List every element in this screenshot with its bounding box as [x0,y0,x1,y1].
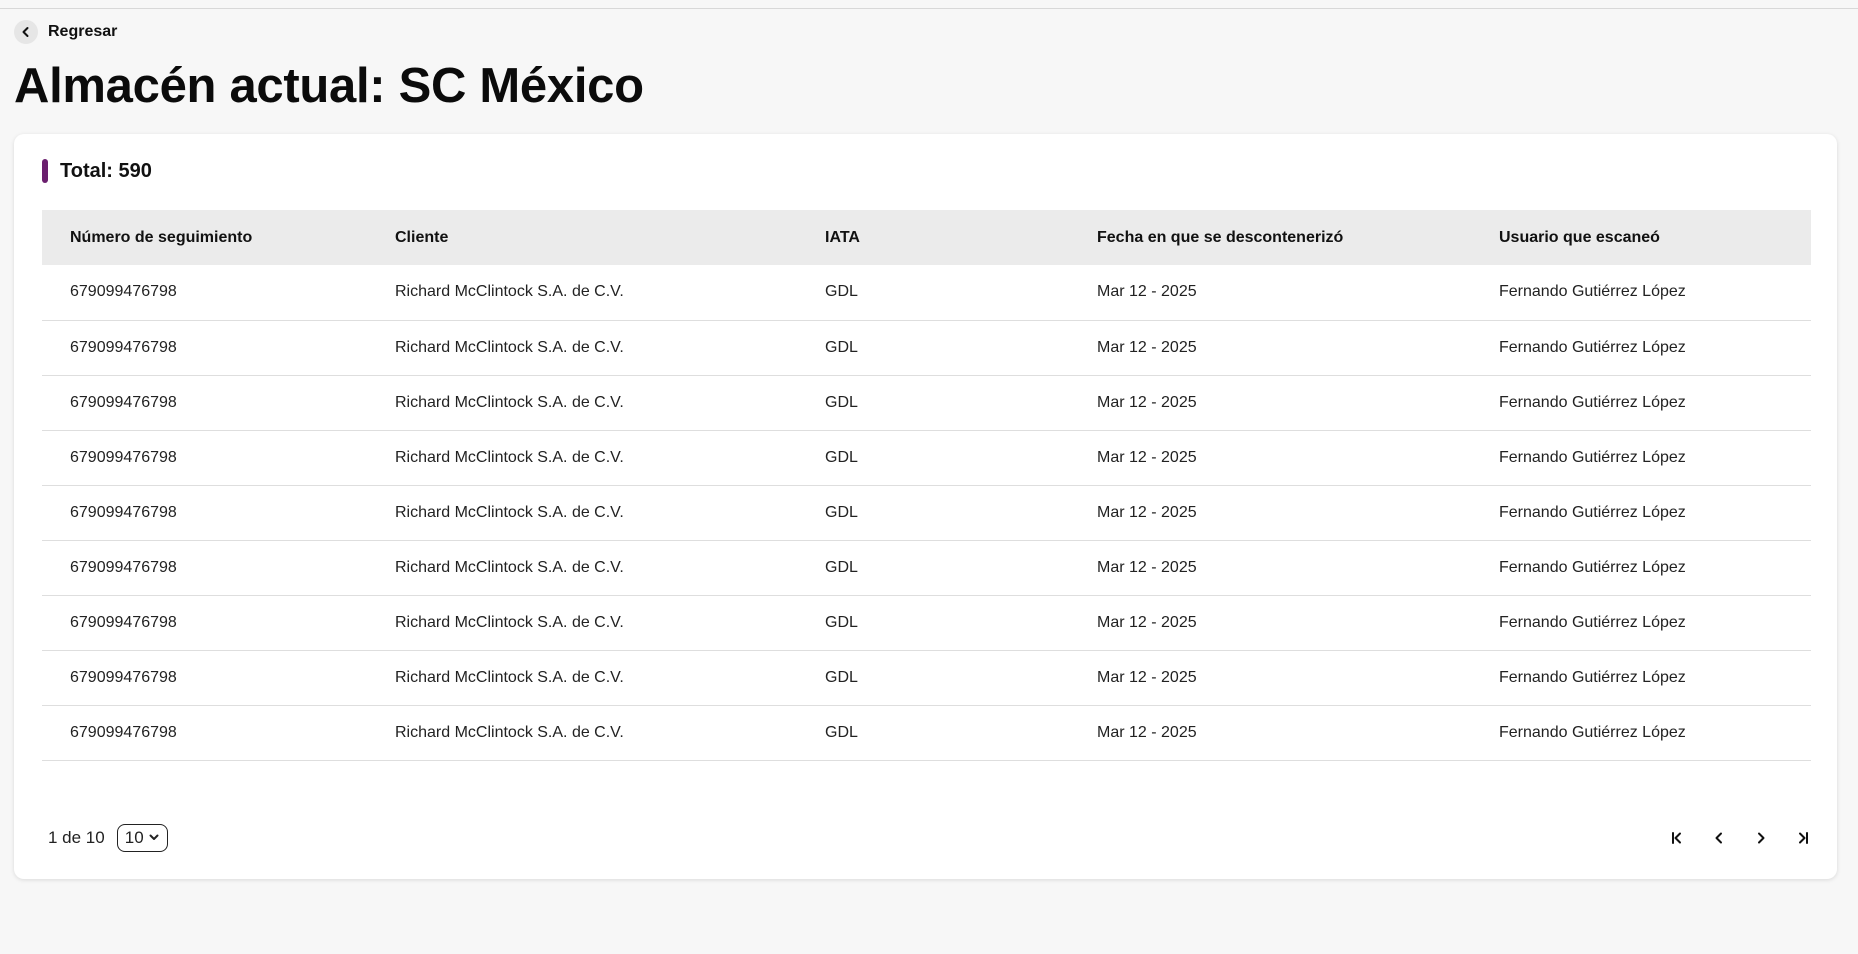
cell-client: Richard McClintock S.A. de C.V. [395,503,624,521]
cell-tracking-number: 679099476798 [70,448,177,466]
cell-tracking-number: 679099476798 [70,283,177,301]
pagination-controls [1665,826,1815,850]
cell-scanned-by: Fernando Gutiérrez López [1499,338,1686,356]
cell-iata: GDL [825,668,858,686]
table-row[interactable]: 679099476798 Richard McClintock S.A. de C… [42,485,1811,540]
prev-page-icon[interactable] [1707,826,1731,850]
next-page-icon[interactable] [1749,826,1773,850]
accent-bar [42,159,48,183]
cell-client: Richard McClintock S.A. de C.V. [395,668,624,686]
cell-tracking-number: 679099476798 [70,503,177,521]
cell-scanned-by: Fernando Gutiérrez López [1499,723,1686,741]
cell-client: Richard McClintock S.A. de C.V. [395,613,624,631]
top-divider [0,0,1858,9]
cell-client: Richard McClintock S.A. de C.V. [395,723,624,741]
cell-scanned-by: Fernando Gutiérrez López [1499,503,1686,521]
table-row[interactable]: 679099476798 Richard McClintock S.A. de C… [42,265,1811,320]
cell-unload-date: Mar 12 - 2025 [1097,338,1197,356]
cell-unload-date: Mar 12 - 2025 [1097,668,1197,686]
cell-scanned-by: Fernando Gutiérrez López [1499,393,1686,411]
back-label: Regresar [48,23,118,40]
table-row[interactable]: 679099476798 Richard McClintock S.A. de C… [42,595,1811,650]
last-page-icon[interactable] [1791,826,1815,850]
cell-scanned-by: Fernando Gutiérrez López [1499,283,1686,301]
tracking-table: Número de seguimiento Cliente IATA Fecha… [42,210,1811,761]
cell-iata: GDL [825,723,858,741]
column-header-scanned-by[interactable]: Usuario que escaneó [1471,210,1811,265]
pagination-info: 1 de 10 10 [48,824,168,852]
total-summary: Total: 590 [42,159,152,183]
cell-iata: GDL [825,283,858,301]
table-row[interactable]: 679099476798 Richard McClintock S.A. de C… [42,650,1811,705]
cell-iata: GDL [825,338,858,356]
column-header-unload-date[interactable]: Fecha en que se descontenerizó [1069,210,1471,265]
table-row[interactable]: 679099476798 Richard McClintock S.A. de C… [42,705,1811,760]
cell-tracking-number: 679099476798 [70,393,177,411]
results-card: Total: 590 Número de seguimiento Cliente… [14,134,1837,879]
table-row[interactable]: 679099476798 Richard McClintock S.A. de C… [42,320,1811,375]
cell-client: Richard McClintock S.A. de C.V. [395,338,624,356]
cell-unload-date: Mar 12 - 2025 [1097,503,1197,521]
table-body: 679099476798 Richard McClintock S.A. de C… [42,265,1811,760]
cell-unload-date: Mar 12 - 2025 [1097,558,1197,576]
page-size-value: 10 [124,828,144,847]
page-title: Almacén actual: SC México [14,59,644,113]
cell-tracking-number: 679099476798 [70,613,177,631]
cell-tracking-number: 679099476798 [70,338,177,356]
cell-unload-date: Mar 12 - 2025 [1097,393,1197,411]
table-header-row: Número de seguimiento Cliente IATA Fecha… [42,210,1811,265]
cell-client: Richard McClintock S.A. de C.V. [395,448,624,466]
column-header-iata[interactable]: IATA [797,210,1069,265]
cell-iata: GDL [825,448,858,466]
page-size-select[interactable]: 10 [116,824,168,852]
first-page-icon[interactable] [1665,826,1689,850]
cell-tracking-number: 679099476798 [70,668,177,686]
cell-unload-date: Mar 12 - 2025 [1097,613,1197,631]
cell-client: Richard McClintock S.A. de C.V. [395,558,624,576]
column-header-tracking-number[interactable]: Número de seguimiento [42,210,367,265]
chevron-down-icon [148,828,160,848]
cell-iata: GDL [825,393,858,411]
cell-tracking-number: 679099476798 [70,723,177,741]
cell-unload-date: Mar 12 - 2025 [1097,283,1197,301]
cell-unload-date: Mar 12 - 2025 [1097,723,1197,741]
cell-iata: GDL [825,558,858,576]
table-row[interactable]: 679099476798 Richard McClintock S.A. de C… [42,375,1811,430]
cell-scanned-by: Fernando Gutiérrez López [1499,558,1686,576]
page-indicator: 1 de 10 [48,828,105,847]
table-row[interactable]: 679099476798 Richard McClintock S.A. de C… [42,430,1811,485]
cell-scanned-by: Fernando Gutiérrez López [1499,448,1686,466]
cell-client: Richard McClintock S.A. de C.V. [395,283,624,301]
cell-client: Richard McClintock S.A. de C.V. [395,393,624,411]
total-count: Total: 590 [60,159,152,182]
cell-scanned-by: Fernando Gutiérrez López [1499,668,1686,686]
column-header-client[interactable]: Cliente [367,210,797,265]
cell-scanned-by: Fernando Gutiérrez López [1499,613,1686,631]
back-button[interactable]: Regresar [14,20,117,44]
chevron-left-icon [14,20,38,44]
table-row[interactable]: 679099476798 Richard McClintock S.A. de C… [42,540,1811,595]
cell-iata: GDL [825,613,858,631]
cell-iata: GDL [825,503,858,521]
cell-unload-date: Mar 12 - 2025 [1097,448,1197,466]
cell-tracking-number: 679099476798 [70,558,177,576]
